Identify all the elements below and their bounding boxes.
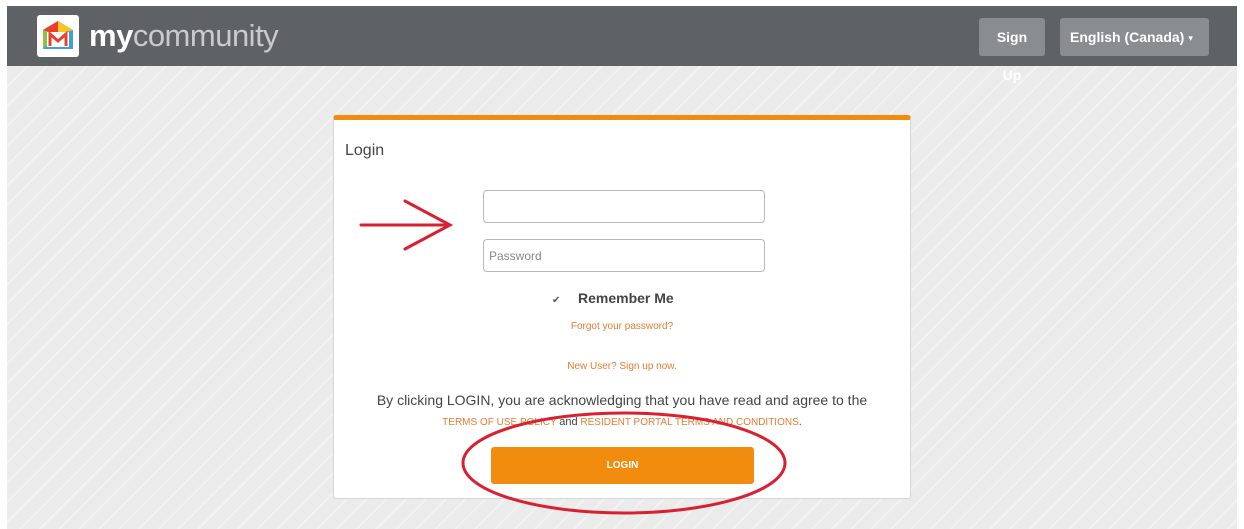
password-field[interactable] — [483, 239, 765, 272]
language-dropdown[interactable]: English (Canada) ▾ — [1060, 18, 1209, 56]
caret-down-icon: ▾ — [1188, 33, 1193, 43]
terms-of-use-link[interactable]: TERMS OF USE POLICY — [442, 417, 556, 428]
top-navbar: mycommunity Sign Up English (Canada) ▾ — [7, 6, 1237, 83]
forgot-password-link[interactable]: Forgot your password? — [334, 321, 910, 332]
brand-bold: my — [89, 18, 133, 53]
terms-statement: By clicking LOGIN, you are acknowledging… — [376, 392, 868, 408]
terms-and-text: and — [559, 416, 578, 428]
terms-links: TERMS OF USE POLICY and RESIDENT PORTAL … — [334, 416, 910, 428]
login-button[interactable]: LOGIN — [491, 447, 754, 484]
brand-name[interactable]: mycommunity — [89, 16, 279, 56]
remember-checkbox[interactable]: ✔ — [552, 291, 562, 311]
remember-label: Remember Me — [578, 290, 674, 306]
page-background: mycommunity Sign Up English (Canada) ▾ Lo… — [7, 6, 1237, 529]
login-title: Login — [345, 142, 385, 159]
resident-portal-terms-link[interactable]: RESIDENT PORTAL TERMS AND CONDITIONS — [580, 417, 798, 428]
logo[interactable] — [37, 15, 79, 57]
username-field[interactable] — [483, 190, 765, 223]
brand-light: community — [132, 18, 279, 53]
logo-icon — [43, 21, 73, 49]
new-user-signup-link[interactable]: New User? Sign up now. — [334, 361, 910, 372]
login-card: Login ✔ Remember Me Forgot your password?… — [333, 115, 911, 499]
language-label: English (Canada) — [1070, 29, 1185, 45]
remember-me[interactable]: ✔ Remember Me — [552, 288, 674, 308]
signup-button[interactable]: Sign Up — [979, 18, 1045, 83]
terms-period: . — [798, 416, 802, 428]
